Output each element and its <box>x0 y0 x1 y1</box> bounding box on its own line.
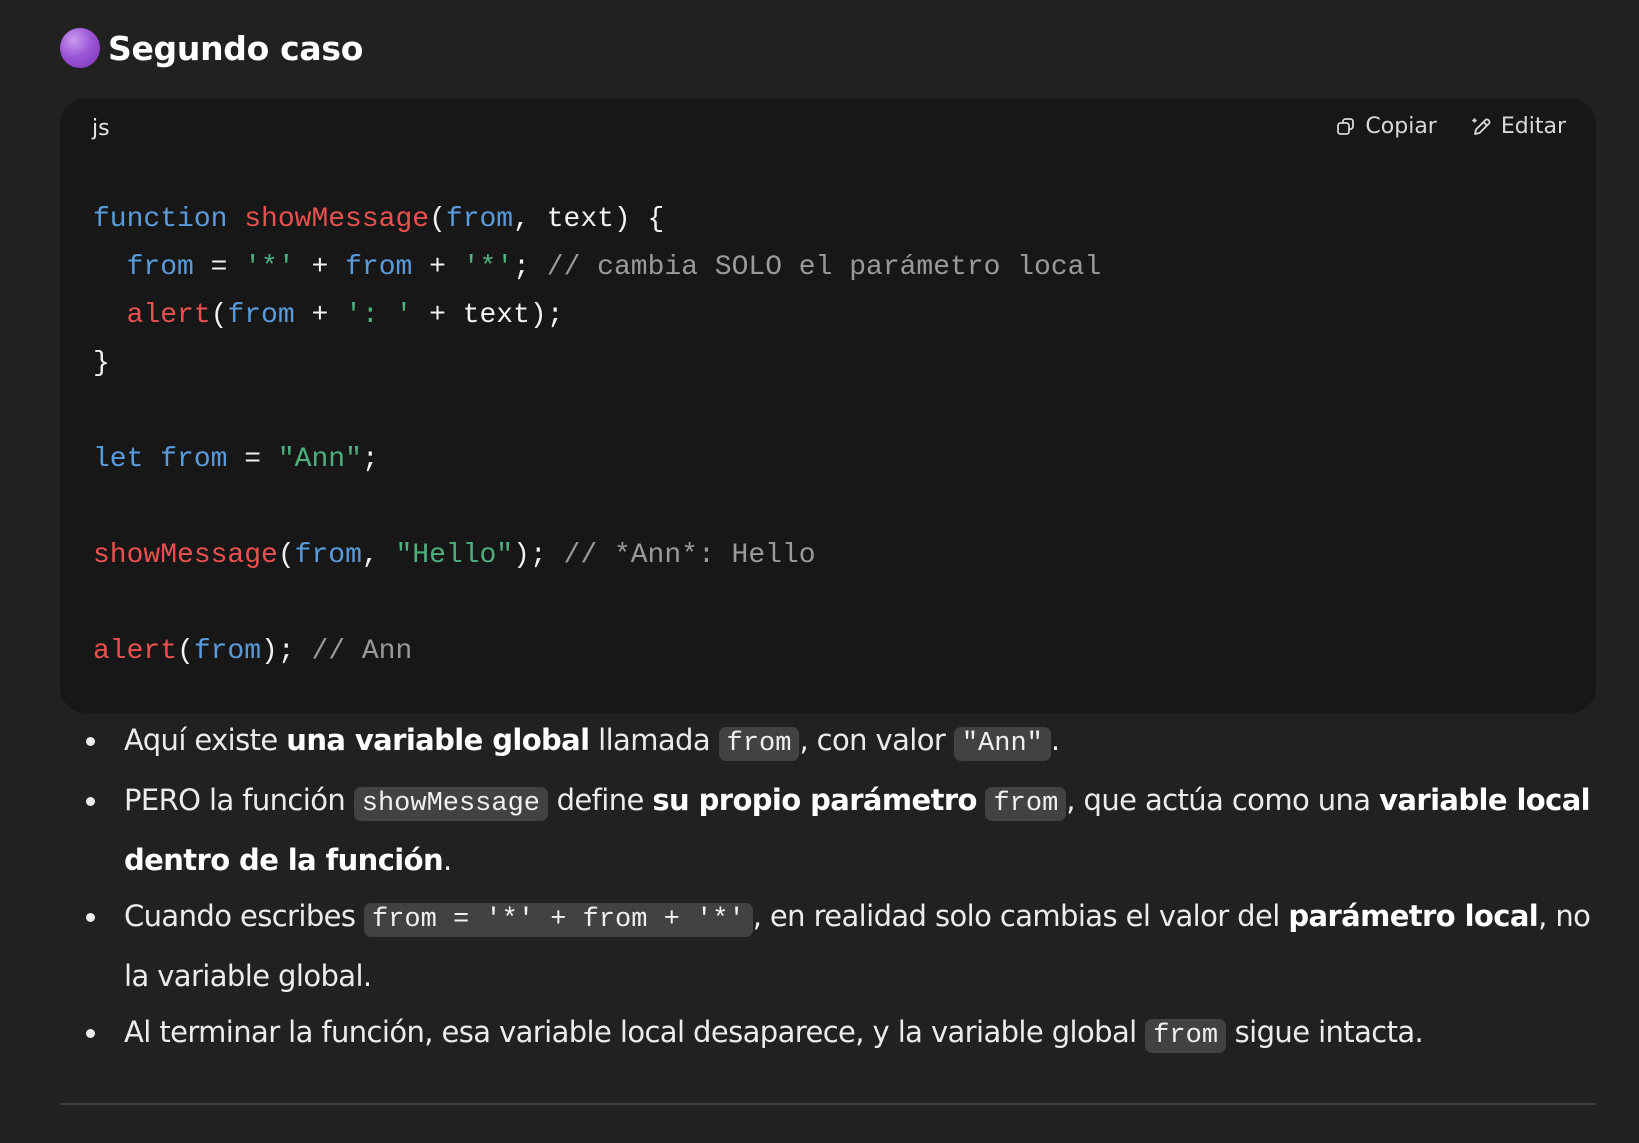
code-token: '*' <box>462 252 514 283</box>
code-token: "Hello" <box>395 540 514 571</box>
code-token: ; <box>361 444 379 475</box>
inline-code: showMessage <box>353 787 548 821</box>
code-token: , text) { <box>513 204 665 235</box>
list-item: Cuando escribes from = '*' + from + '*',… <box>84 888 1604 1004</box>
code-token: , <box>361 540 396 571</box>
edit-button-label: Editar <box>1500 114 1566 139</box>
code-line: alert(from); // Ann <box>93 628 1101 676</box>
explanation-list: Aquí existe una variable global llamada … <box>84 712 1604 1064</box>
code-token: } <box>93 348 110 379</box>
code-token: let <box>93 444 144 475</box>
list-item: PERO la función showMessage define su pr… <box>84 772 1604 888</box>
code-token: function <box>93 204 228 235</box>
copy-button-label: Copiar <box>1365 114 1437 139</box>
code-token: from <box>160 444 228 475</box>
code-token: "Ann" <box>277 444 362 475</box>
code-token: ); <box>513 540 564 571</box>
code-token: from <box>445 204 514 235</box>
code-content: function showMessage(from, text) { from … <box>93 196 1101 676</box>
inline-code: "Ann" <box>953 727 1051 761</box>
code-token: = <box>193 252 245 283</box>
code-token: ; <box>513 252 547 283</box>
code-token: showMessage <box>244 204 430 235</box>
list-item: Al terminar la función, esa variable loc… <box>84 1004 1604 1064</box>
bold-text: su propio parámetro <box>652 783 977 817</box>
code-line: let from = "Ann"; <box>93 436 1101 484</box>
code-token: // Ann <box>311 636 413 667</box>
code-token: from <box>294 540 362 571</box>
copy-icon <box>1335 116 1357 138</box>
code-token: // *Ann*: Hello <box>563 540 816 571</box>
code-line: from = '*' + from + '*'; // cambia SOLO … <box>93 244 1102 292</box>
code-token: + <box>294 300 346 331</box>
code-token: ( <box>177 636 194 667</box>
code-actions: Copiar Editar <box>1335 114 1566 139</box>
divider <box>60 1103 1596 1105</box>
inline-code: from <box>985 787 1067 821</box>
code-token: ( <box>277 540 295 571</box>
list-item: Aquí existe una variable global llamada … <box>84 712 1604 772</box>
purple-circle-icon <box>60 28 100 68</box>
code-token: + <box>412 252 463 283</box>
section-heading-text: Segundo caso <box>108 28 364 68</box>
inline-code: from <box>718 727 800 761</box>
code-token: from <box>193 636 262 667</box>
code-language-label: js <box>92 116 110 141</box>
bold-text: parámetro local <box>1288 899 1539 933</box>
code-token: ( <box>429 204 446 235</box>
inline-code: from <box>1145 1019 1227 1053</box>
code-token: from <box>345 252 413 283</box>
code-block: js Copiar Editar function showMessage(fr… <box>60 98 1596 713</box>
bold-text: una variable global <box>286 723 590 757</box>
code-token: '*' <box>244 252 295 283</box>
code-token: alert <box>126 300 211 331</box>
edit-pencil-icon <box>1471 116 1493 138</box>
code-token: alert <box>93 636 178 667</box>
code-token: = <box>227 444 278 475</box>
code-token: showMessage <box>93 540 278 571</box>
code-token: from <box>126 252 194 283</box>
code-token: + <box>294 252 346 283</box>
inline-code: from = '*' + from + '*' <box>364 903 753 937</box>
edit-button[interactable]: Editar <box>1471 114 1566 139</box>
code-line: } <box>93 340 1101 388</box>
code-token: // cambia SOLO el parámetro local <box>546 252 1102 283</box>
code-line: alert(from + ': ' + text); <box>93 292 1101 340</box>
section-heading: Segundo caso <box>60 28 363 68</box>
code-token: ( <box>210 300 228 331</box>
code-token: + text); <box>412 300 564 331</box>
code-line: showMessage(from, "Hello"); // *Ann*: He… <box>93 532 1101 580</box>
code-token: ': ' <box>345 300 413 331</box>
code-token: from <box>227 300 295 331</box>
code-line: function showMessage(from, text) { <box>93 196 1101 244</box>
code-token: ); <box>261 636 312 667</box>
copy-button[interactable]: Copiar <box>1335 114 1437 139</box>
